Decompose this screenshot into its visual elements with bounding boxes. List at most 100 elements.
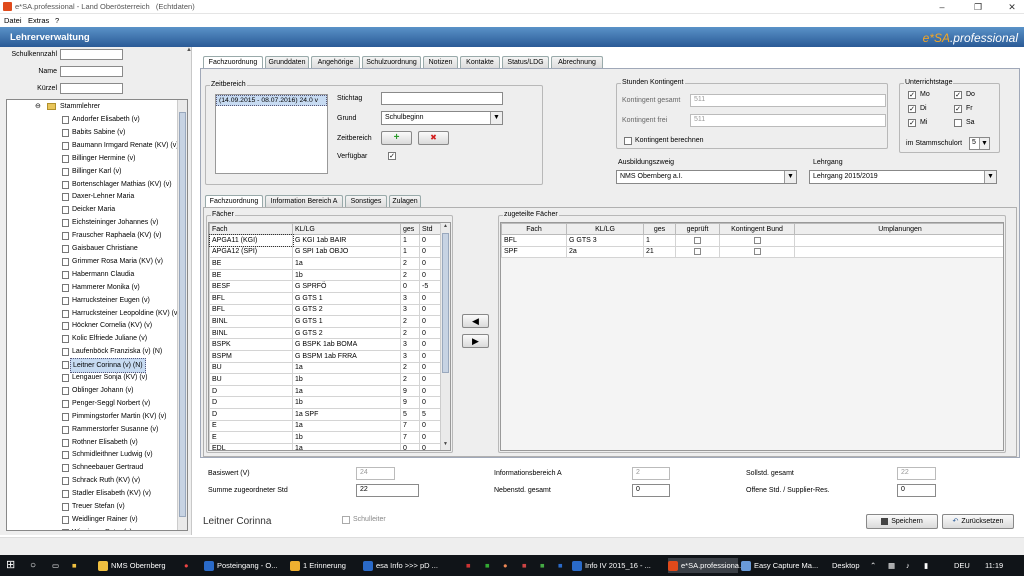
tree-item[interactable]: Billinger Karl (v) xyxy=(7,165,177,178)
tree-item[interactable]: Andorfer Elisabeth (v) xyxy=(7,113,177,126)
chrome-icon[interactable]: ● xyxy=(184,558,189,573)
tree-item[interactable]: Treuer Stefan (v) xyxy=(7,500,177,513)
start-icon[interactable]: ⊞ xyxy=(6,558,15,573)
zeitbereich-entry[interactable]: (14.09.2015 - 08.07.2016) 24.0 v xyxy=(216,95,327,106)
row-checkbox[interactable] xyxy=(694,248,701,256)
tab-kontakte[interactable]: Kontakte xyxy=(460,56,500,68)
schulkennzahl-input[interactable] xyxy=(60,49,123,60)
tab-abrechnung[interactable]: Abrechnung xyxy=(551,56,603,68)
teacher-tree[interactable]: ⊖ Stammlehrer Andorfer Elisabeth (v) Babi… xyxy=(6,99,188,531)
tree-item[interactable]: Höckner Cornelia (KV) (v) xyxy=(7,319,177,332)
tree-item[interactable]: Deicker Maria xyxy=(7,203,177,216)
verfuegbar-checkbox[interactable] xyxy=(388,152,396,160)
tree-item[interactable]: Daxer-Lehner Maria xyxy=(7,190,177,203)
tree-item[interactable]: Eichsteininger Johannes (v) xyxy=(7,216,177,229)
tree-item[interactable]: Billinger Hermine (v) xyxy=(7,152,177,165)
table-row[interactable]: APGA11 (KGI) G KGI 1ab BAIR 1 0 xyxy=(209,233,442,248)
table-row[interactable]: SPF 2a 21 xyxy=(501,245,1003,259)
tree-scrollbar[interactable] xyxy=(177,100,187,530)
table-row[interactable]: BE 1b 2 0 xyxy=(209,268,442,282)
tree-item[interactable]: Laufenböck Franziska (v) (N) xyxy=(7,345,177,358)
tree-item[interactable]: Weidlinger Rainer (v) xyxy=(7,513,177,526)
stichtag-input[interactable] xyxy=(381,92,503,105)
row-checkbox[interactable] xyxy=(753,236,761,244)
tree-item[interactable]: Lengauer Sonja (KV) (v) xyxy=(7,371,177,384)
table-row[interactable]: D 1b 9 0 xyxy=(209,396,442,409)
faecher-scrollbar[interactable]: ▲ ▼ xyxy=(440,223,450,450)
column-header[interactable]: Umplanungen xyxy=(794,223,1003,235)
zeitbereich-list[interactable]: (14.09.2015 - 08.07.2016) 24.0 v xyxy=(215,94,328,174)
app-icon-red[interactable]: ■ xyxy=(522,558,527,573)
table-row[interactable]: BSPM G BSPM 1ab FRRA 3 0 xyxy=(209,349,442,363)
lehrgang-select[interactable]: Lehrgang 2015/2019 ▼ xyxy=(809,170,997,184)
table-row[interactable]: BE 1a 2 0 xyxy=(209,257,442,270)
tree-item[interactable]: Schrack Ruth (KV) (v) xyxy=(7,474,177,487)
tree-item[interactable]: Hammerer Monika (v) xyxy=(7,281,177,294)
scroll-up-icon[interactable]: ▲ xyxy=(441,223,450,232)
column-header[interactable]: Std xyxy=(419,223,442,235)
table-row[interactable]: BSPK G BSPK 1ab BOMA 3 0 xyxy=(209,338,442,351)
day-checkbox-mi[interactable] xyxy=(908,119,916,127)
column-header[interactable]: Kontingent Bund xyxy=(719,223,795,235)
row-checkbox[interactable] xyxy=(753,248,761,256)
tree-item[interactable]: Babits Sabine (v) xyxy=(7,126,177,139)
row-checkbox[interactable] xyxy=(694,236,701,244)
table-row[interactable]: BFL G GTS 31 xyxy=(501,234,1003,247)
stammschulort-select[interactable]: 5 ▼ xyxy=(969,137,990,150)
table-row[interactable]: BU 1b 2 0 xyxy=(209,373,442,386)
desktop-toolbar[interactable]: Desktop xyxy=(832,558,860,573)
subtab-informationbereicha[interactable]: Information Bereich A xyxy=(265,195,343,207)
kuerzel-input[interactable] xyxy=(60,83,123,94)
search-icon[interactable]: ○ xyxy=(30,558,36,573)
tab-angehrige[interactable]: Angehörige xyxy=(311,56,360,68)
app-icon-green[interactable]: ■ xyxy=(485,558,490,573)
move-right-button[interactable]: ▶ xyxy=(462,334,489,348)
taskbar-item-esa-info[interactable]: esa Info >>> pD ... xyxy=(363,558,463,573)
column-header[interactable]: Fach xyxy=(209,223,293,235)
tab-statusldg[interactable]: Status/LDG xyxy=(502,56,549,68)
subtab-zulagen[interactable]: Zulagen xyxy=(389,195,421,207)
tree-item[interactable]: Schneebauer Gertraud xyxy=(7,461,177,474)
ausbildungszweig-select[interactable]: NMS Obernberg a.I. ▼ xyxy=(616,170,797,184)
subtab-sonstiges[interactable]: Sonstiges xyxy=(345,195,387,207)
column-header[interactable]: KL/LG xyxy=(566,223,644,235)
tree-item[interactable]: Stadler Elisabeth (KV) (v) xyxy=(7,487,177,500)
taskbar-item-erinnerung[interactable]: 1 Erinnerung xyxy=(290,558,362,573)
column-header[interactable]: geprüft xyxy=(675,223,720,235)
tree-item[interactable]: Gaisbauer Christiane xyxy=(7,242,177,255)
day-checkbox-sa[interactable] xyxy=(954,119,962,127)
tree-item[interactable]: Oblinger Johann (v) xyxy=(7,384,177,397)
table-row[interactable]: BESF G SPRFÖ 0 -5 xyxy=(209,280,442,293)
tree-item[interactable]: Pimmingstorfer Martin (KV) (v) xyxy=(7,410,177,423)
tab-grunddaten[interactable]: Grunddaten xyxy=(265,56,309,68)
scroll-down-icon[interactable]: ▼ xyxy=(441,441,450,450)
expand-icon[interactable]: ⊖ xyxy=(35,100,41,113)
minimize-icon[interactable]: – xyxy=(930,1,954,13)
table-row[interactable]: APGA12 (SPI) G SPI 1ab OBJO 1 0 xyxy=(209,245,442,259)
column-header[interactable]: ges xyxy=(400,223,420,235)
battery-icon[interactable]: ▮ xyxy=(924,558,928,573)
table-row[interactable]: D 1a SPF 5 5 xyxy=(209,407,442,421)
day-checkbox-di[interactable] xyxy=(908,105,916,113)
tree-item[interactable]: Harrucksteiner Eugen (v) xyxy=(7,294,177,307)
grund-select[interactable]: Schulbeginn ▼ xyxy=(381,111,503,125)
tree-item[interactable]: Frauscher Raphaela (KV) (v) xyxy=(7,229,177,242)
table-row[interactable]: E 1b 7 0 xyxy=(209,431,442,444)
move-left-button[interactable]: ◀ xyxy=(462,314,489,328)
table-row[interactable]: D 1a 9 0 xyxy=(209,384,442,398)
tray-up-icon[interactable]: ⌃ xyxy=(870,558,876,573)
table-row[interactable]: BINL G GTS 220 xyxy=(209,326,442,340)
taskbar-item-easycapture[interactable]: Easy Capture Ma... xyxy=(741,558,826,573)
clock[interactable]: 11:19 xyxy=(985,558,1003,573)
restore-icon[interactable]: ❐ xyxy=(966,1,990,13)
column-header[interactable]: Fach xyxy=(501,223,567,235)
table-row[interactable]: E 1a 7 0 xyxy=(209,419,442,433)
pdf-icon[interactable]: ■ xyxy=(466,558,471,573)
tree-item[interactable]: Schmidleithner Ludwig (v) xyxy=(7,448,177,461)
column-header[interactable]: KL/LG xyxy=(292,223,401,235)
column-header[interactable]: ges xyxy=(643,223,676,235)
network-icon[interactable]: ▦ xyxy=(888,558,895,573)
table-row[interactable]: EDL 1a 0 0 xyxy=(209,442,442,450)
add-zeitbereich-button[interactable]: + xyxy=(381,131,412,145)
tree-item[interactable]: Harrucksteiner Leopoldine (KV) (v) xyxy=(7,307,180,320)
